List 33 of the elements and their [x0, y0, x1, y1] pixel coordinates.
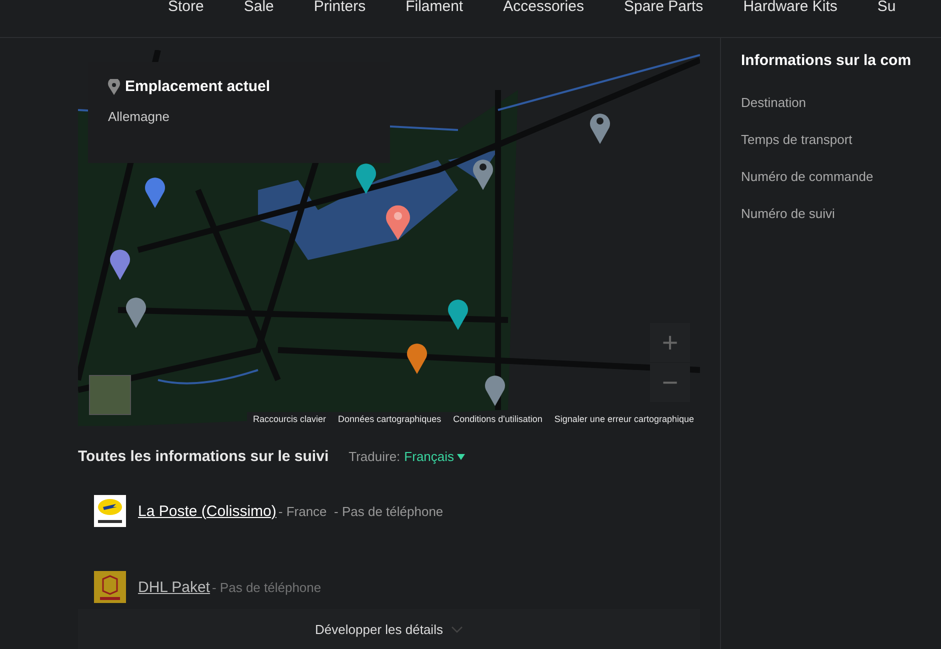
nav-link[interactable]: Spare Parts: [624, 0, 704, 14]
field-label: Destination: [741, 95, 808, 110]
carrier-logo-icon: [94, 495, 126, 528]
map-link[interactable]: Données cartographiques: [338, 414, 442, 424]
carrier-details: - Pas de téléphone: [212, 580, 322, 595]
chevron-down-icon: [450, 626, 463, 633]
carrier-link[interactable]: La Poste (Colissimo): [138, 502, 276, 520]
nav-link[interactable]: Store: [168, 0, 204, 14]
field-label: Numéro de commande: [741, 169, 874, 184]
carrier-link[interactable]: DHL Paket: [138, 578, 210, 596]
nav-link[interactable]: Filament: [406, 0, 464, 14]
section-title: Toutes les informations sur le suivi: [78, 448, 329, 466]
carrier-details: - France - Pas de téléphone: [278, 504, 444, 519]
location-pin-icon: [108, 78, 120, 94]
location-value: Allemagne: [108, 109, 170, 124]
map-link[interactable]: Signaler une erreur cartographique: [554, 414, 694, 424]
card-title: Emplacement actuel: [125, 78, 270, 95]
nav-link[interactable]: Sale: [244, 0, 274, 14]
nav-link[interactable]: Su: [877, 0, 896, 14]
field-label: Temps de transport: [741, 132, 854, 147]
nav-link[interactable]: Accessories: [503, 0, 584, 14]
nav-link[interactable]: Hardware Kits: [743, 0, 838, 14]
carrier-logo-icon: [94, 571, 126, 604]
map-link[interactable]: Raccourcis clavier: [253, 414, 326, 424]
field-label: Numéro de suivi: [741, 206, 836, 221]
caret-icon: [457, 454, 466, 460]
satellite-thumbnail[interactable]: [89, 375, 131, 415]
nav-link[interactable]: Printers: [314, 0, 366, 14]
language-dropdown[interactable]: Français: [404, 449, 466, 464]
map-link[interactable]: Conditions d'utilisation: [453, 414, 542, 424]
panel-title: Informations sur la com: [741, 52, 912, 69]
map[interactable]: Emplacement actuel Allemagne + − Raccourcis clavier Données cartographiques Conditions d'utilisation Signaler une erreur cartographique: [78, 50, 700, 426]
translate-label: Traduire:: [348, 449, 400, 464]
